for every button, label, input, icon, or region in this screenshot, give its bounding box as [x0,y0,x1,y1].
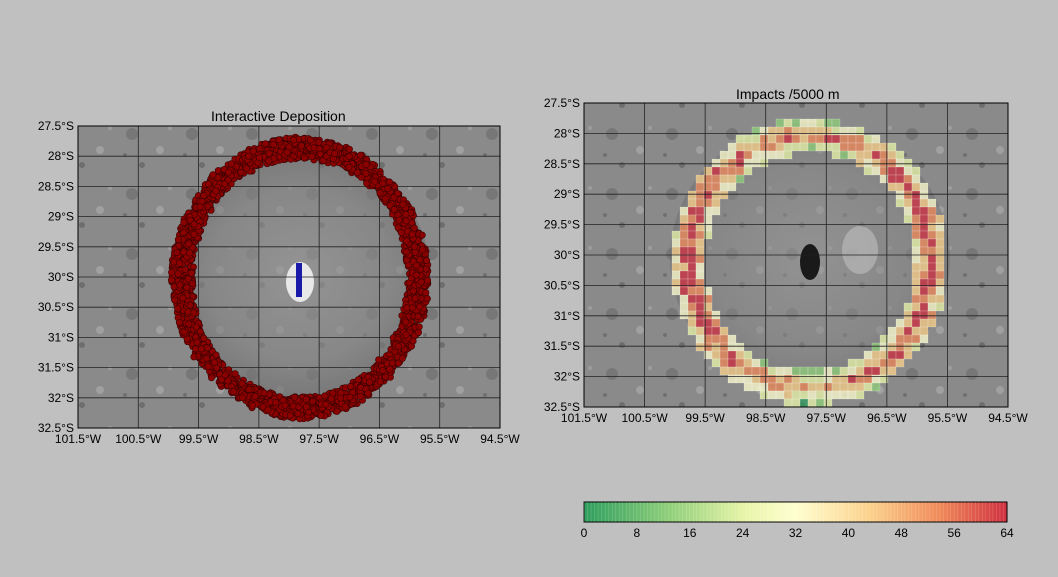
lon-tick-label: 94.5°W [480,432,520,446]
lon-tick-label: 99.5°W [685,411,725,425]
lon-tick-label: 94.5°W [988,411,1028,425]
lat-tick-label: 32°S [554,370,580,384]
lon-tick-label: 100.5°W [115,432,162,446]
left-lon-axis: 101.5°W 100.5°W 99.5°W 98.5°W 97.5°W 96.5°W 95… [55,432,520,446]
lon-tick-label: 99.5°W [179,432,219,446]
colorbar-tick-label: 40 [841,526,856,540]
colorbar-tick-label: 48 [894,526,908,540]
left-lat-axis: 27.5°S 28°S 28.5°S 29°S 29.5°S 30°S 30.5°S 31°S… [38,119,74,435]
lat-tick-label: 32°S [48,391,74,405]
lat-tick-label: 28°S [554,126,580,140]
left-deposition-map[interactable]: 27.5°S 28°S 28.5°S 29°S 29.5°S 30°S 30.5°S 31°S… [0,0,1058,577]
lon-tick-label: 95.5°W [928,411,968,425]
lon-tick-label: 98.5°W [746,411,786,425]
lon-tick-label: 95.5°W [420,432,460,446]
lat-tick-label: 29.5°S [38,240,74,254]
lon-tick-label: 97.5°W [299,432,339,446]
colorbar-tick-label: 64 [1000,526,1014,540]
lat-tick-label: 29°S [554,187,580,201]
lat-tick-label: 29.5°S [544,218,580,232]
lat-tick-label: 28.5°S [38,179,74,193]
colorbar-tick-label: 24 [735,526,750,540]
lat-tick-label: 30.5°S [544,278,580,292]
lon-tick-label: 100.5°W [621,411,668,425]
lat-tick-label: 31°S [48,330,74,344]
colorbar-tick-label: 32 [788,526,803,540]
lon-tick-label: 101.5°W [55,432,102,446]
lat-tick-label: 30°S [48,270,74,284]
right-lat-axis: 27.5°S 28°S 28.5°S 29°S 29.5°S 30°S 30.5°S 31°S… [544,96,580,414]
colorbar-tick-label: 56 [947,526,961,540]
vent-marker [296,263,302,297]
lat-tick-label: 28°S [48,149,74,163]
lat-tick-label: 29°S [48,210,74,224]
lon-tick-label: 98.5°W [239,432,279,446]
lat-tick-label: 30.5°S [38,300,74,314]
lat-tick-label: 30°S [554,248,580,262]
lon-tick-label: 96.5°W [867,411,907,425]
lat-tick-label: 31°S [554,309,580,323]
lat-tick-label: 27.5°S [544,96,580,110]
lat-tick-label: 31.5°S [38,361,74,375]
lat-tick-label: 27.5°S [38,119,74,133]
colorbar-tick-label: 0 [580,526,588,540]
colorbar-tick-label: 8 [633,526,641,540]
right-plot-title: Impacts /5000 m [736,86,840,102]
lon-tick-label: 96.5°W [360,432,400,446]
colorbar-tick-label: 16 [683,526,697,540]
lon-tick-label: 101.5°W [561,411,608,425]
lat-tick-label: 28.5°S [544,157,580,171]
lat-tick-label: 31.5°S [544,339,580,353]
lon-tick-label: 97.5°W [807,411,847,425]
right-lon-axis: 101.5°W 100.5°W 99.5°W 98.5°W 97.5°W 96.5°W 95… [561,411,1028,425]
